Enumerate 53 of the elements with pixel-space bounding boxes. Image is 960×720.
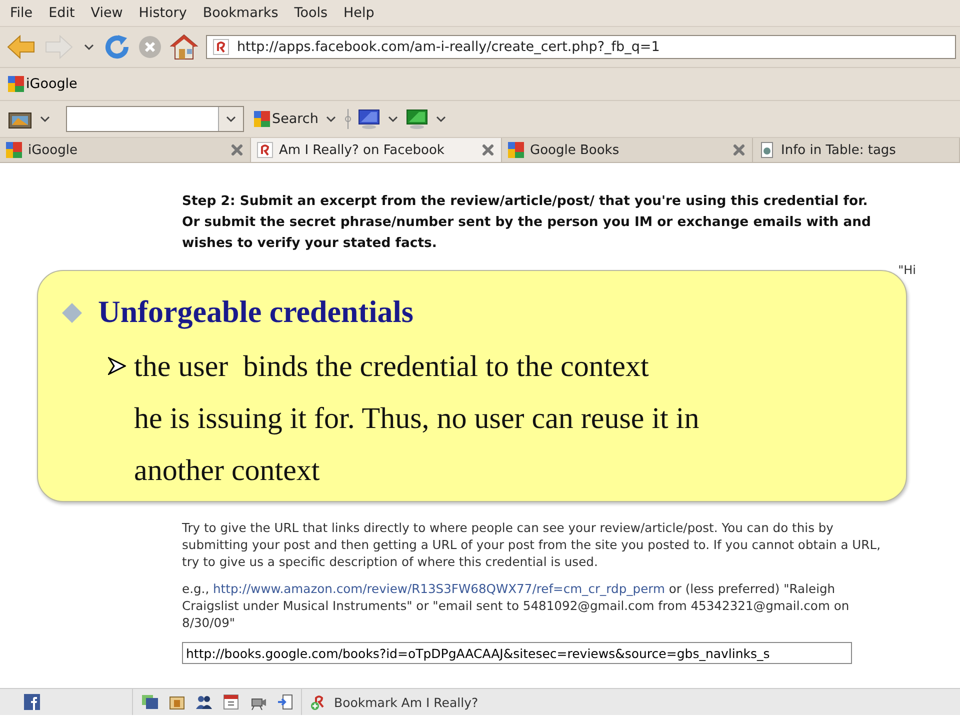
google-icon: [8, 76, 24, 92]
callout-text: the user binds the credential to the context he is issuing it for. Thus, no user can reuse it in another context: [134, 349, 700, 489]
site-icon: [213, 39, 229, 55]
address-bar[interactable]: http://apps.facebook.com/am-i-really/create_cert.php?_fb_q=1: [206, 35, 956, 59]
google-icon: [254, 111, 270, 127]
google-icon: [6, 142, 22, 158]
help-text: Try to give the URL that links directly to where people can see your review/article/post. You can do this by submitting your post and then getting a URL of your post from the site you posted to. If you cannot obtain a URL, try to give us a specific description of where this credential is used.: [182, 520, 882, 571]
close-icon[interactable]: [230, 143, 244, 157]
home-icon[interactable]: [170, 34, 198, 60]
bookmark-button[interactable]: Bookmark Am I Really?: [302, 689, 486, 715]
monitor-icon[interactable]: [358, 109, 380, 129]
caret-icon[interactable]: [436, 115, 446, 123]
arrow-bullet-icon: [108, 357, 126, 375]
google-icon: [508, 142, 524, 158]
diamond-icon: [62, 303, 82, 323]
page-icon: [759, 142, 775, 158]
menu-item[interactable]: File: [10, 5, 33, 21]
caret-icon[interactable]: [84, 43, 94, 51]
share-icon[interactable]: [277, 694, 293, 710]
search-button[interactable]: Search: [254, 111, 318, 127]
search-field[interactable]: [66, 106, 244, 132]
url-input-field[interactable]: http://books.google.com/books?id=oTpDPgAACAAJ&sitesec=reviews&source=gbs_navlinks_s: [182, 642, 852, 664]
caret-icon[interactable]: [388, 115, 398, 123]
menu-item[interactable]: History: [138, 5, 187, 21]
bookmark-item[interactable]: iGoogle: [8, 76, 78, 92]
close-icon[interactable]: [732, 143, 746, 157]
people-icon[interactable]: [195, 694, 213, 710]
menu-item[interactable]: Edit: [48, 5, 75, 21]
site-icon: [257, 142, 273, 158]
browser-tab[interactable]: Info in Table: tags: [753, 138, 960, 162]
callout-title: Unforgeable credentials: [98, 293, 414, 331]
separator-icon: [344, 109, 352, 129]
facebook-icon[interactable]: [24, 694, 40, 710]
photo-icon[interactable]: [169, 694, 185, 710]
caret-icon[interactable]: [326, 115, 336, 123]
back-icon[interactable]: [6, 34, 36, 60]
caret-icon[interactable]: [226, 115, 236, 123]
page-text: "Hi: [898, 263, 916, 277]
browser-tab[interactable]: Am I Really? on Facebook: [251, 138, 502, 162]
url-link[interactable]: http://www.amazon.com/review/R13S3FW68QWX77/ref=cm_cr_rdp_perm: [213, 582, 665, 596]
menu-item[interactable]: View: [90, 5, 123, 21]
caret-icon[interactable]: [40, 115, 50, 123]
browser-tab[interactable]: Google Books: [502, 138, 753, 162]
step-heading: Step 2: Submit an excerpt from the review/article/post/ that you're using this credential for. Or submit the secret phrase/number sent by the person you IM or exchange emails with and wishes to verify your stated facts.: [182, 193, 872, 253]
calendar-icon[interactable]: [223, 694, 239, 710]
monitor-icon[interactable]: [406, 109, 428, 129]
example-text: e.g., http://www.amazon.com/review/R13S3FW68QWX77/ref=cm_cr_rdp_perm or (less preferred) "Raleigh Craigslist under Musical Instruments" or "email sent to 5481092@gmail.com from 45342321@gmail.com on 8/30/09": [182, 581, 850, 632]
menu-item[interactable]: Help: [344, 5, 374, 21]
menu-item[interactable]: Bookmarks: [202, 5, 278, 21]
browser-tab[interactable]: iGoogle: [0, 138, 251, 162]
close-icon[interactable]: [481, 143, 495, 157]
reload-icon[interactable]: [104, 34, 130, 60]
menu-item[interactable]: Tools: [294, 5, 328, 21]
